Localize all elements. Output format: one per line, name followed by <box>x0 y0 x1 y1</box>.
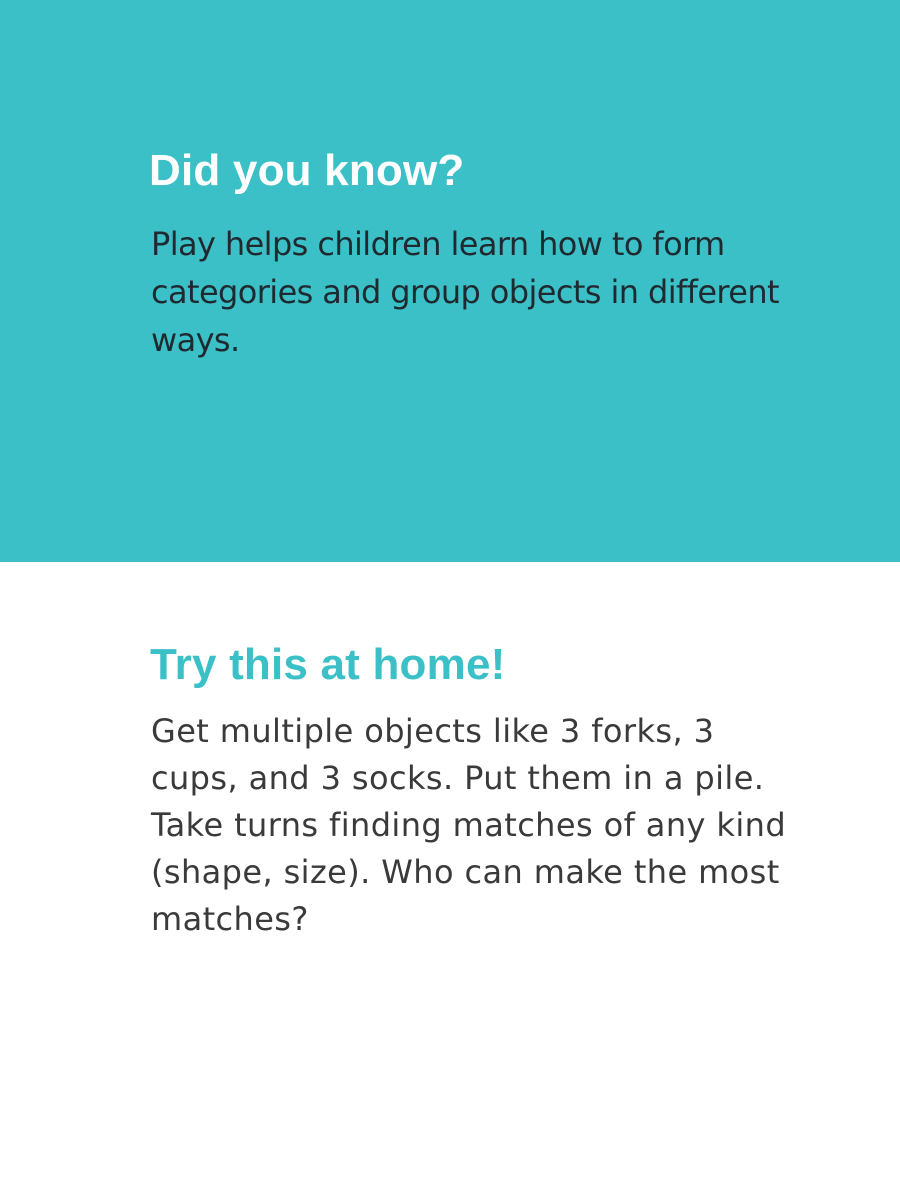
try-at-home-heading: Try this at home! <box>150 640 506 689</box>
page: Did you know? Play helps children learn … <box>0 0 900 1200</box>
did-you-know-heading: Did you know? <box>149 146 465 195</box>
did-you-know-text: Play helps children learn how to form ca… <box>151 225 780 359</box>
try-at-home-text: Get multiple objects like 3 forks, 3 cup… <box>151 712 787 938</box>
did-you-know-panel: Did you know? Play helps children learn … <box>0 0 900 562</box>
